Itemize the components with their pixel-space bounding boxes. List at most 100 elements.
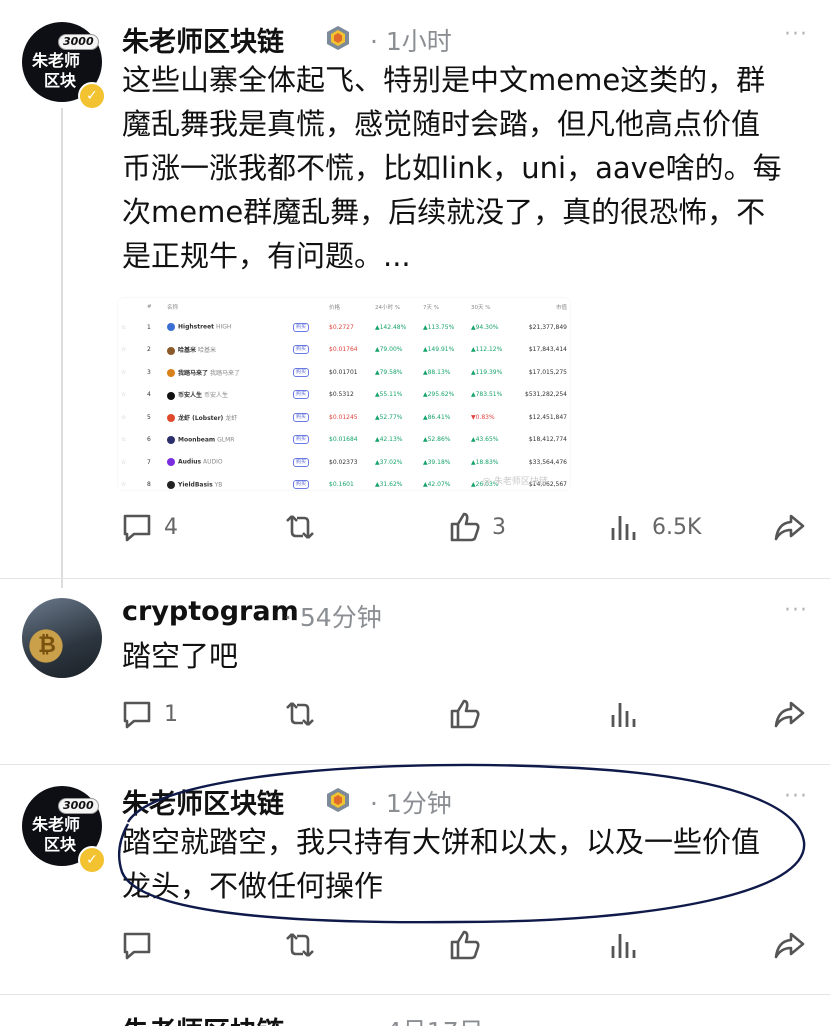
hand-drawn-circle-annotation (117, 763, 806, 924)
embedded-image-token-table[interactable]: # 名称 价格 24小时 % 7天 % 30天 % 市值 ☆ 1 Highstree… (118, 298, 570, 490)
author-name-text: cryptogram (122, 596, 299, 627)
author-name[interactable]: 朱老师区块链 (122, 1010, 284, 1026)
buy-button[interactable]: 购买 (293, 412, 310, 422)
buy-button[interactable]: 购买 (293, 322, 310, 332)
token-symbol: 我踏马来了 (209, 369, 240, 377)
post-actions (0, 928, 830, 968)
views-button[interactable]: 6.5K (608, 510, 701, 544)
post-2[interactable]: ₿ cryptogram · 54分钟 ··· 踏空了吧 1 (0, 580, 830, 760)
post-text: 踏空了吧 (122, 634, 812, 678)
price-cell: $0.02373 (329, 458, 358, 466)
buy-button[interactable]: 购买 (293, 367, 310, 377)
buy-button[interactable]: 购买 (293, 480, 310, 490)
token-name: Highstreet (178, 323, 215, 331)
buy-button[interactable]: 购买 (293, 457, 310, 467)
views-button[interactable] (608, 697, 642, 731)
separator-dot: · (370, 1017, 378, 1026)
col-7d: 7天 % (423, 305, 439, 311)
favorite-star-icon[interactable]: ☆ (118, 406, 144, 429)
rank-cell: 6 (147, 436, 151, 444)
change-30d-cell: ▲18.83% (471, 458, 499, 466)
share-icon (774, 514, 805, 541)
like-button[interactable]: 3 (448, 510, 506, 544)
retweet-icon (286, 702, 314, 726)
favorite-star-icon[interactable]: ☆ (118, 361, 144, 384)
buy-cell: 购买 (290, 316, 326, 339)
name-cell: Moonbeam GLMR (164, 429, 290, 452)
token-icon (167, 323, 175, 332)
avatar[interactable]: 3000 朱老师 区块 ✓ (22, 786, 106, 874)
post-text-line: 踏空了吧 (122, 639, 239, 673)
token-icon (167, 480, 175, 489)
table-row[interactable]: ☆ 7 Audius AUDIO 购买 $0.02373 ▲37.02% ▲39.18% ▲1… (118, 451, 570, 474)
table-row[interactable]: ☆ 1 Highstreet HIGH 购买 $0.2727 ▲142.48% ▲113.7… (118, 316, 570, 339)
author-name[interactable]: 朱老师区块链 (122, 20, 284, 59)
avatar-badge: 3000 (58, 798, 99, 814)
post-time[interactable]: · 1小时 (370, 22, 452, 58)
favorite-star-icon[interactable]: ☆ (118, 451, 144, 474)
token-symbol: 龙虾 (225, 414, 238, 422)
rank-cell: 8 (147, 481, 151, 489)
change-7d-cell: ▲42.07% (423, 481, 451, 489)
retweet-button[interactable] (283, 697, 317, 731)
favorite-star-icon[interactable]: ☆ (118, 384, 144, 407)
post-time[interactable]: · 54分钟 (284, 598, 382, 634)
share-button[interactable] (772, 697, 806, 731)
change-24h-cell: ▲142.48% (375, 323, 407, 331)
name-cell: 龙虾 (Lobster) 龙虾 (164, 406, 290, 429)
avatar[interactable]: ₿ (22, 598, 102, 678)
token-icon (167, 346, 175, 355)
favorite-star-icon[interactable]: ☆ (118, 339, 144, 362)
col-buy (290, 298, 326, 316)
avatar[interactable]: 3000 朱老师 区块 ✓ (22, 22, 106, 110)
timestamp: 54分钟 (299, 603, 382, 632)
favorite-star-icon[interactable]: ☆ (118, 429, 144, 452)
favorite-star-icon[interactable]: ☆ (118, 316, 144, 339)
like-icon (450, 699, 480, 729)
token-symbol: 哈基米 (197, 347, 216, 354)
author-name[interactable]: cryptogram (122, 596, 299, 627)
views-button[interactable] (608, 928, 642, 962)
buy-button[interactable]: 购买 (293, 435, 310, 445)
table-row[interactable]: ☆ 3 我踏马来了 我踏马来了 购买 $0.01701 ▲79.58% ▲88.13% ▲11… (118, 361, 570, 384)
token-symbol: 币安人生 (203, 392, 228, 399)
views-icon (611, 934, 636, 958)
table-row[interactable]: ☆ 5 龙虾 (Lobster) 龙虾 购买 $0.01245 ▲52.77% ▲86.41… (118, 406, 570, 429)
reply-button[interactable]: 1 (120, 697, 178, 731)
token-name: YieldBasis (178, 481, 213, 489)
like-button[interactable] (448, 697, 482, 731)
like-count: 3 (492, 514, 506, 540)
post-time[interactable]: · 4月17日 (370, 1012, 484, 1026)
like-button[interactable] (448, 928, 482, 962)
table-row[interactable]: ☆ 4 币安人生 币安人生 购买 $0.5312 ▲55.11% ▲295.62% ▲783.… (118, 384, 570, 407)
reply-count: 1 (164, 701, 178, 727)
table-row[interactable]: ☆ 6 Moonbeam GLMR 购买 $0.01684 ▲42.13% ▲52.86% ▲… (118, 429, 570, 452)
share-button[interactable] (772, 928, 806, 962)
reply-button[interactable] (120, 928, 154, 962)
retweet-button[interactable] (283, 928, 317, 962)
avatar-badge: 3000 (58, 34, 99, 50)
avatar-text: 区块 (44, 835, 77, 854)
image-watermark: @ 朱老师区块链 (482, 477, 548, 487)
change-30d-cell: ▲119.39% (471, 368, 503, 376)
table-row[interactable]: ☆ 2 哈基米 哈基米 购买 $0.01764 ▲79.00% ▲149.91% ▲112.1… (118, 339, 570, 362)
share-button[interactable] (772, 510, 806, 544)
views-icon (611, 516, 636, 540)
retweet-icon (286, 933, 314, 957)
buy-button[interactable]: 购买 (293, 345, 310, 355)
favorite-star-icon[interactable]: ☆ (118, 474, 144, 491)
reply-button[interactable]: 4 (120, 510, 178, 544)
token-name: 龙虾 (Lobster) (178, 414, 224, 422)
retweet-button[interactable] (283, 510, 327, 544)
buy-button[interactable]: 购买 (293, 390, 310, 400)
post-1[interactable]: 3000 朱老师 区块 ✓ 朱老师区块链 · 1小时 ··· 这些山寨全体起飞、… (0, 0, 830, 588)
token-icon (167, 391, 175, 400)
post-4[interactable]: 朱老师区块链 · 4月17日 (0, 996, 830, 1026)
more-icon[interactable]: ··· (784, 598, 808, 623)
more-icon[interactable]: ··· (784, 22, 808, 47)
rank-cell: 7 (147, 458, 151, 466)
buy-cell: 购买 (290, 361, 326, 384)
token-name: 哈基米 (178, 347, 197, 354)
token-name: 我踏马来了 (178, 369, 209, 377)
market-cap-cell: $17,843,414 (528, 346, 567, 354)
